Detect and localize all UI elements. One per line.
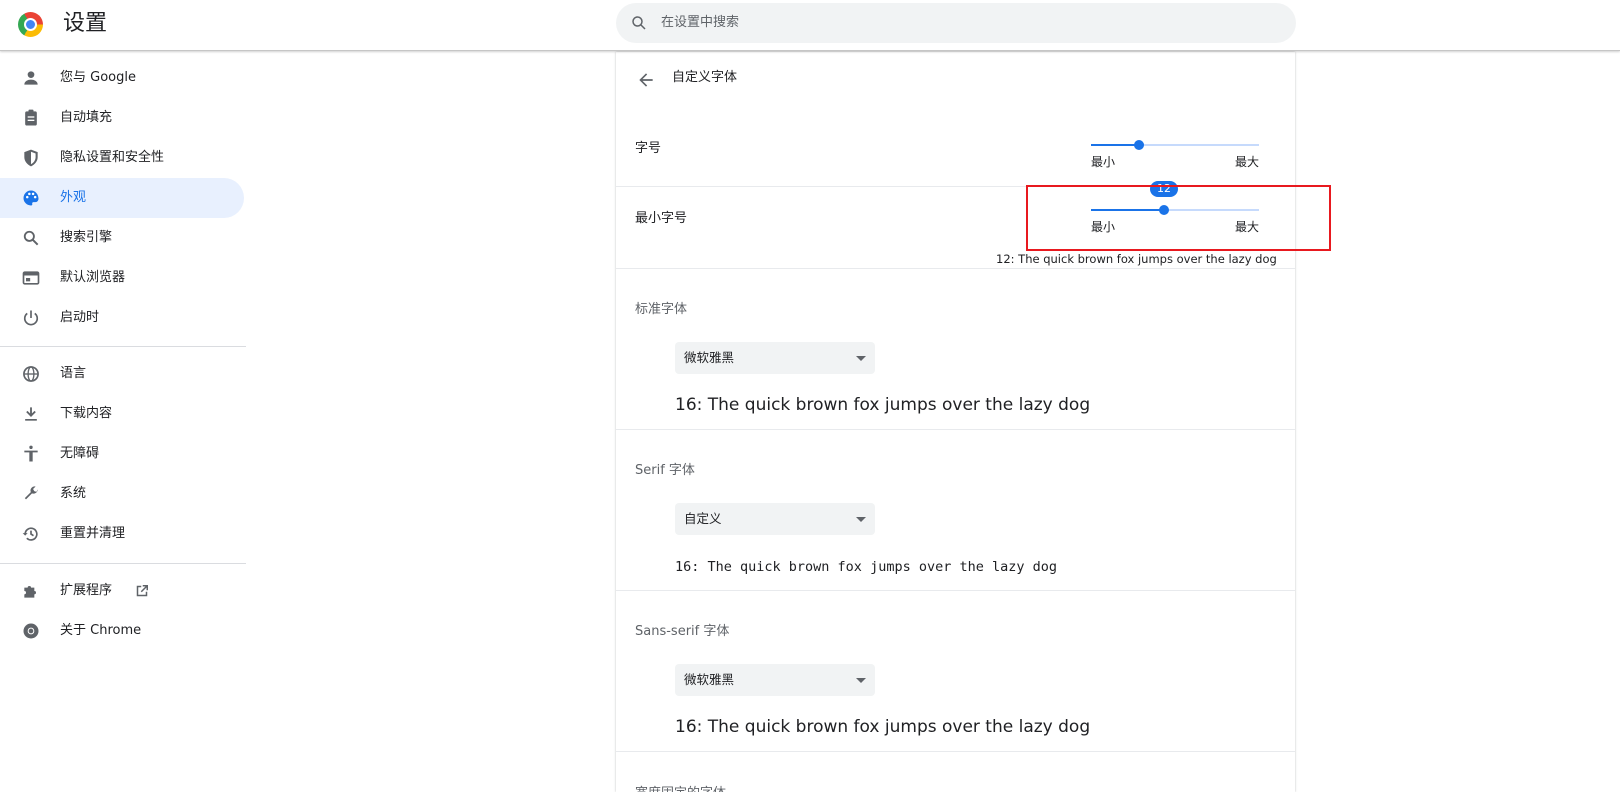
palette-icon	[23, 190, 39, 206]
external-link-icon	[136, 585, 148, 597]
min-font-size-label: 最小字号	[635, 211, 688, 226]
select-value: 微软雅黑	[684, 672, 735, 687]
sidebar-item-accessibility[interactable]: 无障碍	[0, 434, 244, 474]
font-size-label: 字号	[635, 141, 662, 156]
sidebar-item-reset[interactable]: 重置并清理	[0, 514, 244, 554]
sans-serif-font-label: Sans-serif 字体	[635, 624, 730, 639]
sidebar-item-label: 重置并清理	[60, 526, 126, 541]
page-title: 设置	[63, 11, 108, 36]
serif-font-sample: 16: The quick brown fox jumps over the l…	[675, 559, 1058, 575]
sidebar-item-appearance[interactable]: 外观	[0, 178, 244, 218]
sidebar-divider	[0, 563, 246, 564]
fixed-width-font-label: 宽度固定的字体	[635, 785, 726, 792]
sidebar-item-search-engine[interactable]: 搜索引擎	[0, 218, 244, 258]
select-value: 微软雅黑	[684, 350, 735, 365]
sidebar-item-label: 搜索引擎	[60, 230, 113, 245]
chrome-icon	[23, 623, 39, 639]
search-icon	[23, 230, 39, 246]
font-size-slider[interactable]: 最小 最大	[1091, 138, 1259, 174]
sidebar-item-label: 无障碍	[60, 446, 100, 461]
sidebar-item-label: 外观	[60, 190, 87, 205]
sidebar-divider	[0, 346, 246, 347]
row-divider	[616, 429, 1295, 430]
chevron-down-icon	[856, 356, 866, 361]
globe-icon	[23, 366, 39, 382]
puzzle-icon	[24, 586, 36, 598]
standard-font-select[interactable]: 微软雅黑	[675, 342, 875, 374]
sidebar-item-label: 自动填充	[60, 110, 113, 125]
row-divider	[616, 751, 1295, 752]
row-divider	[616, 590, 1295, 591]
wrench-icon	[24, 486, 38, 500]
accessibility-icon	[24, 445, 38, 462]
row-divider	[616, 268, 1295, 269]
sans-serif-font-sample: 16: The quick brown fox jumps over the l…	[675, 717, 1091, 737]
serif-font-label: Serif 字体	[635, 463, 695, 478]
sans-serif-font-select[interactable]: 微软雅黑	[675, 664, 875, 696]
search-placeholder: 在设置中搜索	[661, 15, 740, 30]
standard-font-sample: 16: The quick brown fox jumps over the l…	[675, 395, 1091, 415]
slider-knob[interactable]	[1134, 140, 1144, 150]
sidebar-item-default-browser[interactable]: 默认浏览器	[0, 258, 244, 298]
chevron-down-icon	[856, 517, 866, 522]
sidebar-item-label: 语言	[60, 366, 87, 381]
sidebar-item-label: 关于 Chrome	[60, 623, 142, 638]
top-bar: 设置 在设置中搜索	[0, 0, 1620, 51]
sidebar-item-privacy[interactable]: 隐私设置和安全性	[0, 138, 244, 178]
sidebar-item-downloads[interactable]: 下载内容	[0, 394, 244, 434]
history-icon	[22, 527, 38, 541]
shield-icon	[24, 149, 38, 167]
sidebar-item-label: 下载内容	[60, 406, 113, 421]
sidebar-item-system[interactable]: 系统	[0, 474, 244, 514]
sidebar-item-on-startup[interactable]: 启动时	[0, 298, 244, 338]
sidebar-item-label: 默认浏览器	[60, 270, 126, 285]
power-icon	[23, 310, 39, 326]
slider-max-label: 最大	[1234, 155, 1259, 169]
standard-font-label: 标准字体	[635, 302, 688, 317]
slider-fill	[1091, 144, 1139, 146]
min-font-preview: 12: The quick brown fox jumps over the l…	[996, 252, 1277, 266]
highlight-box	[1026, 185, 1331, 251]
fonts-settings-card: 自定义字体 字号 最小 最大 最小字号 12 最小 最大 12: The qui…	[616, 52, 1295, 792]
sidebar-item-autofill[interactable]: 自动填充	[0, 98, 244, 138]
person-icon	[24, 71, 38, 85]
sidebar-item-languages[interactable]: 语言	[0, 354, 244, 394]
sidebar-item-about-chrome[interactable]: 关于 Chrome	[0, 611, 244, 651]
sidebar-item-label: 隐私设置和安全性	[60, 150, 165, 165]
sidebar-item-label: 扩展程序	[60, 583, 113, 598]
sidebar-item-label: 启动时	[60, 310, 100, 325]
sidebar-item-label: 您与 Google	[60, 70, 136, 85]
back-arrow-icon[interactable]	[636, 70, 656, 90]
subpage-title: 自定义字体	[672, 70, 738, 85]
chevron-down-icon	[856, 678, 866, 683]
browser-icon	[22, 271, 40, 285]
search-input[interactable]: 在设置中搜索	[616, 3, 1296, 43]
slider-min-label: 最小	[1091, 155, 1116, 169]
chrome-logo-icon	[18, 12, 43, 37]
serif-font-select[interactable]: 自定义	[675, 503, 875, 535]
sidebar-item-you-and-google[interactable]: 您与 Google	[0, 58, 244, 98]
sidebar-item-label: 系统	[60, 486, 87, 501]
search-icon	[632, 16, 646, 30]
sidebar-item-extensions[interactable]: 扩展程序	[0, 571, 244, 611]
download-icon	[25, 407, 37, 421]
select-value: 自定义	[684, 511, 722, 526]
clipboard-icon	[25, 109, 37, 126]
